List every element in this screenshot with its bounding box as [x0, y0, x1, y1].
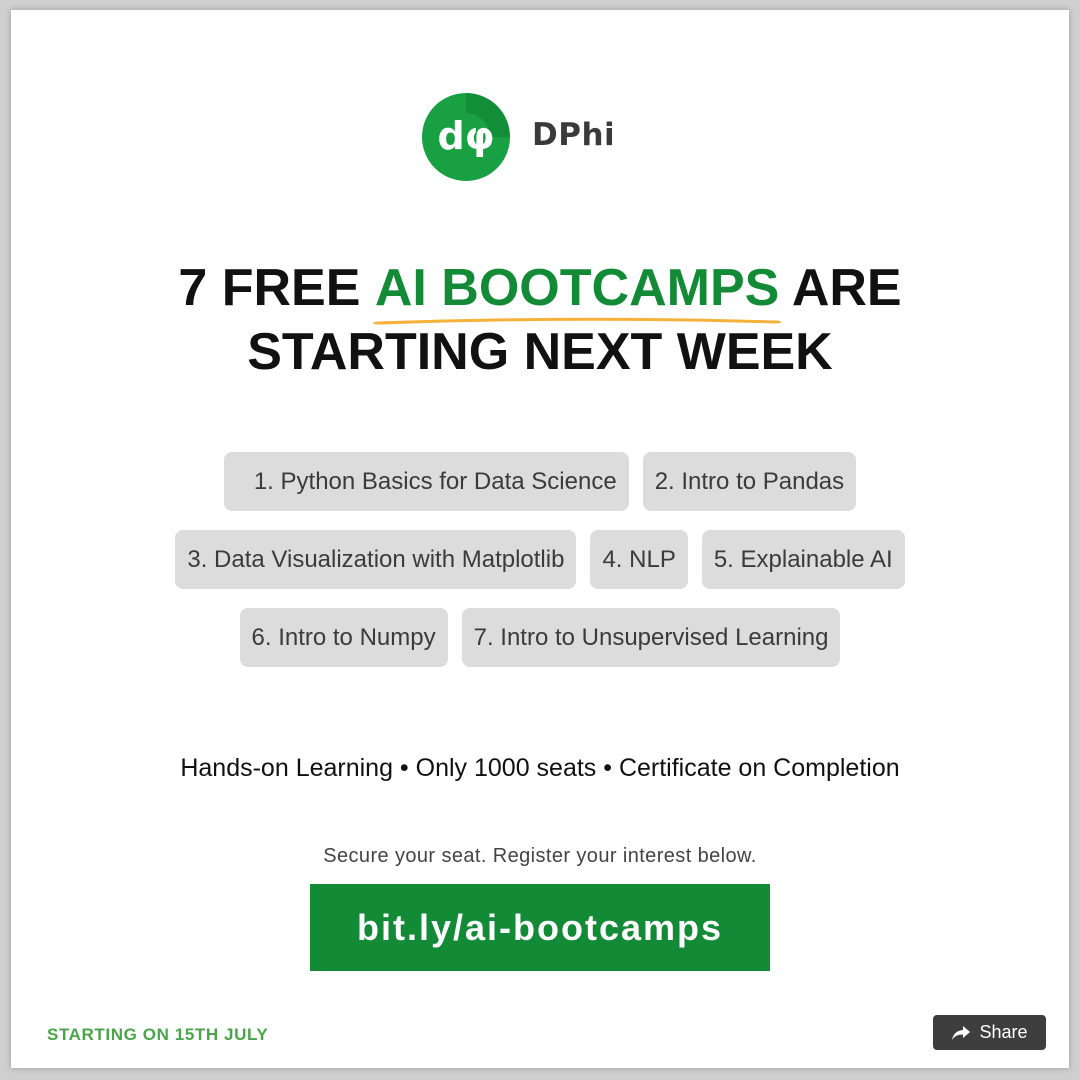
- features-line: Hands-on Learning • Only 1000 seats • Ce…: [180, 754, 900, 782]
- register-link-button[interactable]: bit.ly/ai-bootcamps: [310, 884, 770, 971]
- headline-part1: 7 FREE: [178, 259, 375, 317]
- post-card: dφ DPhi 7 FREE AI BOOTCAMPS ARE STARTING…: [11, 10, 1069, 1068]
- bootcamp-chip: 3. Data Visualization with Matplotlib: [175, 530, 577, 589]
- headline-highlight-text: AI BOOTCAMPS: [374, 259, 780, 317]
- share-arrow-icon: [952, 1025, 971, 1040]
- dphi-logo-icon: dφ: [422, 93, 510, 181]
- headline-part2: ARE: [779, 259, 902, 317]
- bootcamp-chip: 7. Intro to Unsupervised Learning: [461, 608, 841, 667]
- share-button[interactable]: Share: [933, 1015, 1046, 1050]
- register-subtext: Secure your seat. Register your interest…: [323, 845, 757, 867]
- start-date-label: STARTING ON 15TH JULY: [47, 1025, 269, 1044]
- headline-highlight: AI BOOTCAMPS: [372, 256, 782, 325]
- headline-line2: STARTING NEXT WEEK: [247, 323, 833, 381]
- bootcamp-chip: 4. NLP: [590, 530, 688, 589]
- bootcamp-row-3: 6. Intro to Numpy 7. Intro to Unsupervis…: [11, 608, 1069, 667]
- underline-stroke: [372, 317, 782, 325]
- logo-glyph: dφ: [438, 114, 495, 158]
- bootcamp-chip: 5. Explainable AI: [701, 530, 905, 589]
- share-label: Share: [979, 1022, 1028, 1042]
- bootcamp-chip: 2. Intro to Pandas: [642, 452, 857, 511]
- bootcamp-chip: 6. Intro to Numpy: [239, 608, 448, 667]
- brand-name: DPhi: [532, 117, 616, 153]
- bootcamp-row-1: 1. Python Basics for Data Science 2. Int…: [11, 452, 1069, 511]
- brand-logo: dφ DPhi: [420, 91, 620, 183]
- bootcamp-chip: 1. Python Basics for Data Science: [223, 452, 629, 511]
- headline-line1: 7 FREE AI BOOTCAMPS ARE: [11, 256, 1069, 325]
- headline: 7 FREE AI BOOTCAMPS ARE STARTING NEXT WE…: [11, 256, 1069, 384]
- bootcamp-row-2: 3. Data Visualization with Matplotlib 4.…: [11, 530, 1069, 589]
